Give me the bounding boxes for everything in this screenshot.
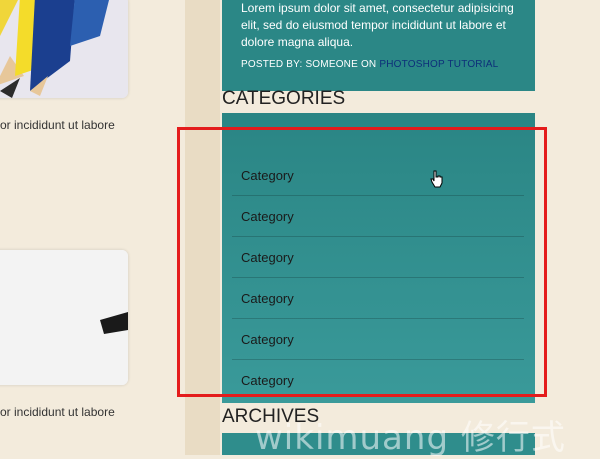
post-excerpt: or incididunt ut labore — [0, 118, 115, 132]
post-meta-prefix: POSTED BY: SOMEONE ON — [241, 59, 380, 70]
post-thumbnail[interactable] — [0, 250, 128, 385]
post-text: Lorem ipsum dolor sit amet, consectetur … — [241, 1, 514, 49]
post-category-link[interactable]: PHOTOSHOP TUTORIAL — [379, 59, 498, 70]
post-excerpt: or incididunt ut labore — [0, 405, 115, 419]
sidebar-post-box: Lorem ipsum dolor sit amet, consectetur … — [222, 0, 535, 91]
categories-heading: CATEGORIES — [222, 88, 346, 109]
post-meta: POSTED BY: SOMEONE ON PHOTOSHOP TUTORIAL — [241, 59, 498, 70]
watermark-logo: wikimuang 修行式 — [255, 418, 566, 458]
pencils-thumbnail[interactable] — [0, 0, 128, 98]
pencils-image — [0, 0, 128, 98]
blog-list-column: or incididunt ut labore or incididunt ut… — [0, 0, 200, 455]
hand-cursor-icon — [430, 170, 443, 188]
post-image — [0, 250, 128, 385]
highlight-box — [177, 127, 547, 397]
